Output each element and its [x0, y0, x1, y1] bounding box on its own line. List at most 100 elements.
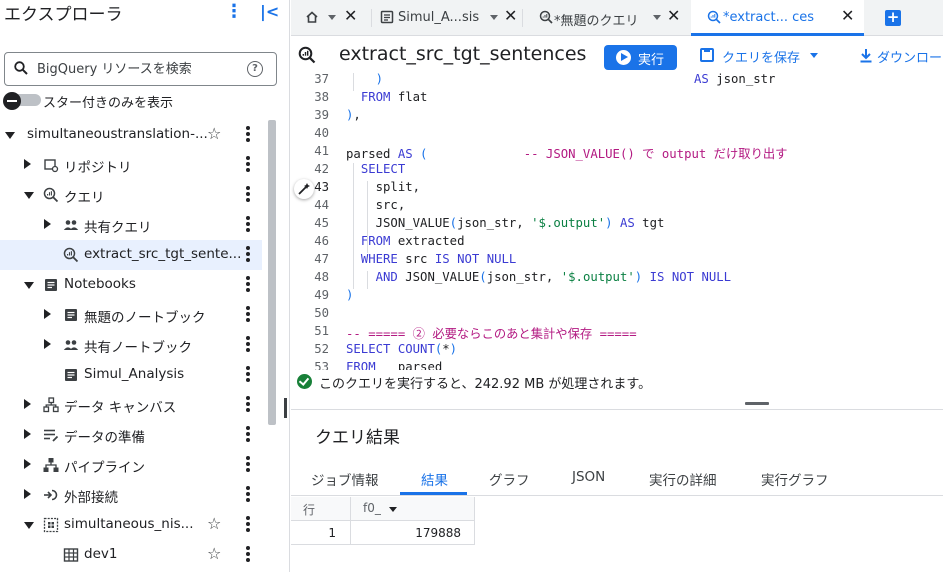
tab-execution-details[interactable]: 実行の詳細: [649, 469, 717, 489]
chevron-right-icon[interactable]: [24, 459, 31, 469]
code-line[interactable]: 45 JSON_VALUE(json_str, '$.output') AS t…: [291, 216, 943, 234]
tree-item[interactable]: simultaneoustranslation-... ☆: [0, 120, 262, 150]
chevron-down-icon[interactable]: [24, 282, 34, 289]
tree-item[interactable]: Notebooks: [0, 270, 262, 300]
tab-results[interactable]: 結果: [421, 469, 448, 489]
code-line[interactable]: 44 src,: [291, 198, 943, 216]
code-line[interactable]: 42 SELECT: [291, 162, 943, 180]
chevron-right-icon[interactable]: [24, 489, 31, 499]
code-line[interactable]: 40: [291, 126, 943, 144]
code-line[interactable]: 48 AND JSON_VALUE(json_str, '$.output') …: [291, 270, 943, 288]
chevron-down-icon[interactable]: [490, 15, 498, 20]
panel-resize-handle[interactable]: [284, 398, 287, 418]
more-vert-icon[interactable]: [244, 154, 252, 174]
tree-item[interactable]: 外部接続: [0, 480, 262, 510]
chevron-down-icon[interactable]: [653, 15, 661, 20]
chevron-down-icon[interactable]: [328, 15, 336, 20]
tree-item[interactable]: 共有クエリ: [0, 210, 262, 240]
more-vert-icon[interactable]: [244, 304, 252, 324]
star-icon[interactable]: ☆: [207, 514, 221, 533]
more-vert-icon[interactable]: [244, 184, 252, 204]
tab-extract-query[interactable]: *extract... ces ✕: [691, 0, 864, 36]
code-line[interactable]: 49): [291, 288, 943, 306]
star-icon[interactable]: ☆: [207, 544, 221, 563]
close-icon[interactable]: ✕: [667, 6, 680, 25]
explorer-scrollbar[interactable]: [268, 120, 276, 425]
tab-execution-graph[interactable]: 実行グラフ: [761, 469, 829, 489]
tab-untitled-query[interactable]: *無題のクエリ ✕: [523, 0, 683, 36]
code-line[interactable]: 43 split,: [291, 180, 943, 198]
line-number: 44: [314, 198, 329, 212]
more-vert-icon[interactable]: [244, 274, 252, 294]
sort-chevron-icon[interactable]: [389, 507, 397, 512]
chevron-right-icon[interactable]: [24, 429, 31, 439]
search-input[interactable]: [37, 59, 237, 79]
tree-item[interactable]: Simul_Analysis: [0, 360, 262, 390]
tree-item[interactable]: データの準備: [0, 420, 262, 450]
code-line[interactable]: 37 ) AS json_str: [291, 73, 943, 90]
tree-item[interactable]: リポジトリ: [0, 150, 262, 180]
code-line[interactable]: 52 SELECT COUNT(*): [291, 342, 943, 360]
more-vert-icon[interactable]: [244, 364, 252, 384]
line-number: 42: [314, 162, 329, 176]
run-button[interactable]: 実行: [604, 45, 677, 70]
tree-item[interactable]: パイプライン: [0, 450, 262, 480]
more-vert-icon[interactable]: [244, 514, 252, 534]
tree-item[interactable]: extract_src_tgt_sente...: [0, 240, 262, 270]
code-line[interactable]: 38 FROM flat: [291, 90, 943, 108]
tree-item[interactable]: simultaneous_nis... ☆: [0, 510, 262, 540]
chevron-down-icon[interactable]: [24, 522, 34, 529]
close-icon[interactable]: ✕: [841, 6, 854, 25]
sql-editor[interactable]: 37 ) AS json_str 38 FROM flat 39), 40 41 pars…: [291, 73, 943, 370]
code-line[interactable]: 41 parsed AS ( -- JSON_VALUE() で output だ…: [291, 144, 943, 162]
tab-chart[interactable]: グラフ: [489, 469, 530, 489]
chevron-right-icon[interactable]: [44, 219, 51, 229]
collapse-panel-icon[interactable]: |<: [260, 2, 280, 22]
more-vert-icon[interactable]: [244, 544, 252, 564]
more-vert-icon[interactable]: [244, 334, 252, 354]
table-cell[interactable]: 179888: [351, 521, 475, 545]
code-line[interactable]: 51 -- ===== ② 必要ならこのあと集計や保存 =====: [291, 324, 943, 342]
tab-simul-analysis[interactable]: Simul_A...sis ✕: [372, 0, 521, 36]
tree-item-label: 外部接続: [64, 490, 118, 506]
chevron-down-icon[interactable]: [5, 132, 15, 139]
tree-item[interactable]: 無題のノートブック: [0, 300, 262, 330]
chevron-right-icon[interactable]: [44, 339, 51, 349]
code-line[interactable]: 53 FROM parsed: [291, 360, 943, 370]
more-vert-icon[interactable]: [244, 244, 252, 264]
explorer-more-icon[interactable]: ⋮: [225, 2, 243, 22]
code-line[interactable]: 39),: [291, 108, 943, 126]
close-icon[interactable]: ✕: [344, 6, 357, 25]
column-header-f0[interactable]: f0_: [351, 497, 475, 521]
chevron-right-icon[interactable]: [24, 159, 31, 169]
chevron-down-icon[interactable]: [24, 192, 34, 199]
more-vert-icon[interactable]: [244, 424, 252, 444]
notebook-icon: [63, 367, 79, 383]
code-line[interactable]: 46 FROM extracted: [291, 234, 943, 252]
code-line[interactable]: 50: [291, 306, 943, 324]
tab-job-info[interactable]: ジョブ情報: [311, 469, 379, 489]
editor-resize-handle[interactable]: [745, 402, 769, 405]
more-vert-icon[interactable]: [244, 124, 252, 144]
starred-only-toggle[interactable]: [3, 92, 41, 110]
people-icon: [63, 337, 79, 353]
chevron-right-icon[interactable]: [44, 309, 51, 319]
help-icon[interactable]: ?: [247, 61, 263, 77]
close-icon[interactable]: ✕: [504, 6, 517, 25]
tree-item[interactable]: 共有ノートブック: [0, 330, 262, 360]
more-vert-icon[interactable]: [244, 484, 252, 504]
code-line[interactable]: 47 WHERE src IS NOT NULL: [291, 252, 943, 270]
tree-item[interactable]: データ キャンバス: [0, 390, 262, 420]
line-number: 50: [314, 306, 329, 320]
more-vert-icon[interactable]: [244, 454, 252, 474]
more-vert-icon[interactable]: [244, 214, 252, 234]
chevron-right-icon[interactable]: [24, 399, 31, 409]
more-vert-icon[interactable]: [244, 394, 252, 414]
tree-item[interactable]: クエリ: [0, 180, 262, 210]
new-tab-icon[interactable]: +: [885, 10, 901, 26]
tab-home[interactable]: ✕: [291, 0, 371, 36]
star-icon[interactable]: ☆: [207, 124, 221, 143]
explorer-title: エクスプローラ: [4, 5, 123, 25]
tab-json[interactable]: JSON: [572, 469, 605, 485]
tree-item[interactable]: dev1 ☆: [0, 540, 262, 570]
